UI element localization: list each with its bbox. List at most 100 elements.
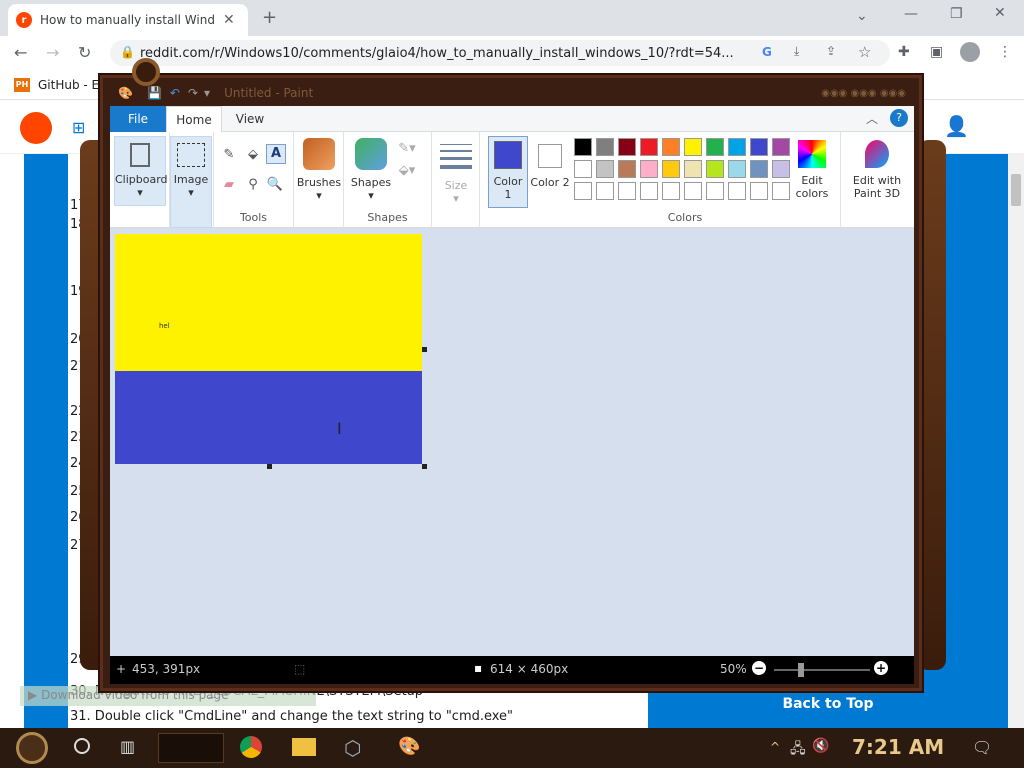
custom-swatch[interactable] <box>750 182 768 200</box>
palette-swatch[interactable] <box>772 160 790 178</box>
volume-muted-icon[interactable]: 🔇 <box>812 738 829 754</box>
scrollbar-thumb[interactable] <box>1011 174 1021 206</box>
palette-swatch[interactable] <box>574 138 592 156</box>
reload-icon[interactable]: ↻ <box>78 43 91 62</box>
browser-tab[interactable]: r How to manually install Windows 10 ✕ <box>8 4 248 36</box>
size-button[interactable]: Size ▾ <box>436 136 476 205</box>
canvas-yellow-region[interactable]: hel <box>115 234 422 371</box>
palette-swatch[interactable] <box>662 138 680 156</box>
brushes-button[interactable]: Brushes ▾ <box>296 136 342 202</box>
palette-swatch[interactable] <box>618 160 636 178</box>
palette-swatch[interactable] <box>618 138 636 156</box>
eraser-icon[interactable]: ▰ <box>220 176 238 194</box>
edit-paint3d-button[interactable]: Edit with Paint 3D <box>843 136 911 200</box>
palette-swatch[interactable] <box>596 138 614 156</box>
text-tool-icon[interactable]: A <box>266 144 286 164</box>
palette-swatch[interactable] <box>772 138 790 156</box>
search-icon[interactable] <box>74 738 90 754</box>
tab-view[interactable]: View <box>222 106 278 132</box>
shapes-button[interactable]: Shapes ▾ <box>348 136 394 202</box>
color2-button[interactable]: Color 2 <box>530 136 570 189</box>
custom-swatch[interactable] <box>640 182 658 200</box>
palette-swatch[interactable] <box>596 160 614 178</box>
fill-icon[interactable]: ⬙ <box>244 146 262 164</box>
google-icon[interactable]: G <box>762 45 772 59</box>
clipboard-button[interactable]: Clipboard ▾ <box>114 136 168 206</box>
chrome-icon[interactable] <box>240 736 262 758</box>
tab-file[interactable]: File <box>110 106 166 132</box>
minimize-icon[interactable]: — <box>904 6 918 22</box>
palette-swatch[interactable] <box>662 160 680 178</box>
help-icon[interactable]: ? <box>890 109 908 127</box>
forward-icon[interactable]: → <box>46 43 59 62</box>
custom-swatch[interactable] <box>662 182 680 200</box>
virtualbox-icon[interactable]: ⬡ <box>344 736 361 760</box>
palette-swatch[interactable] <box>684 138 702 156</box>
zoom-in-icon[interactable]: + <box>874 661 888 675</box>
custom-swatch[interactable] <box>728 182 746 200</box>
palette-swatch[interactable] <box>728 160 746 178</box>
custom-swatch[interactable] <box>574 182 592 200</box>
custom-swatch[interactable] <box>618 182 636 200</box>
canvas-blue-region[interactable]: I <box>115 371 422 464</box>
resize-handle-corner[interactable] <box>422 464 427 469</box>
close-tab-icon[interactable]: ✕ <box>223 12 235 28</box>
save-icon[interactable]: 💾 <box>147 86 162 100</box>
custom-swatch[interactable] <box>772 182 790 200</box>
install-icon[interactable]: ⤓ <box>794 44 799 59</box>
page-scrollbar[interactable] <box>1008 154 1024 728</box>
edit-colors-button[interactable]: Edit colors <box>790 136 834 200</box>
palette-swatch[interactable] <box>640 160 658 178</box>
palette-swatch[interactable] <box>640 138 658 156</box>
custom-swatch[interactable] <box>706 182 724 200</box>
reddit-logo-icon[interactable] <box>20 112 52 144</box>
palette-swatch[interactable] <box>706 138 724 156</box>
undo-icon[interactable]: ↶ <box>170 86 180 100</box>
palette-swatch[interactable] <box>750 160 768 178</box>
palette-swatch[interactable] <box>574 160 592 178</box>
color1-button[interactable]: Color 1 <box>488 136 528 208</box>
user-menu-icon[interactable]: 👤 <box>944 114 969 138</box>
paint-taskbar-icon[interactable]: 🎨 <box>398 736 420 757</box>
network-icon[interactable]: 🖧 <box>790 738 806 762</box>
new-tab-icon[interactable]: + <box>262 7 277 28</box>
collapse-ribbon-icon[interactable]: ︿ <box>866 110 878 131</box>
palette-swatch[interactable] <box>706 160 724 178</box>
pencil-icon[interactable]: ✎ <box>220 146 238 164</box>
shape-fill-icon[interactable]: ⬙▾ <box>398 162 416 180</box>
notifications-icon[interactable]: 🗨 <box>972 738 992 757</box>
profile-icon[interactable] <box>960 42 980 62</box>
magnifier-icon[interactable]: 🔍 <box>266 176 284 194</box>
outline-icon[interactable]: ✎▾ <box>398 140 416 158</box>
paint-app-icon[interactable]: 🎨 <box>118 86 133 100</box>
file-explorer-icon[interactable] <box>292 738 316 756</box>
palette-swatch[interactable] <box>750 138 768 156</box>
custom-swatch[interactable] <box>596 182 614 200</box>
zoom-out-icon[interactable]: − <box>752 661 766 675</box>
close-window-icon[interactable]: ✕ <box>994 5 1006 21</box>
palette-swatch[interactable] <box>684 160 702 178</box>
color-picker-icon[interactable]: ⚲ <box>244 176 262 194</box>
palette-swatch[interactable] <box>728 138 746 156</box>
qat-dropdown-icon[interactable]: ▾ <box>204 86 210 100</box>
redo-icon[interactable]: ↷ <box>188 86 198 100</box>
task-view-icon[interactable]: ▥ <box>120 737 135 756</box>
restore-icon[interactable]: ❐ <box>950 6 963 22</box>
tray-chevron-icon[interactable]: ^ <box>770 740 780 754</box>
address-bar[interactable]: 🔒 reddit.com/r/Windows10/comments/glaio4… <box>110 40 890 66</box>
start-gear-icon[interactable] <box>16 732 48 764</box>
taskbar-clock[interactable]: 7:21 AM <box>852 735 944 759</box>
back-icon[interactable]: ← <box>14 43 27 62</box>
bookmark-star-icon[interactable]: ☆ <box>858 43 871 61</box>
resize-handle-bottom[interactable] <box>267 464 272 469</box>
menu-icon[interactable]: ⋮ <box>998 44 1012 60</box>
extensions-icon[interactable]: ✚ <box>898 44 910 60</box>
share-icon[interactable]: ⇪ <box>826 44 836 58</box>
custom-swatch[interactable] <box>684 182 702 200</box>
tab-search-icon[interactable]: ⌄ <box>856 8 868 24</box>
window-controls-icon[interactable]: ◉◉◉ ◉◉◉ ◉◉◉ <box>821 88 906 99</box>
resize-handle-right[interactable] <box>422 347 427 352</box>
zoom-slider[interactable] <box>774 663 870 677</box>
zoom-slider-thumb[interactable] <box>798 663 804 677</box>
sidepanel-icon[interactable]: ▣ <box>930 44 943 60</box>
